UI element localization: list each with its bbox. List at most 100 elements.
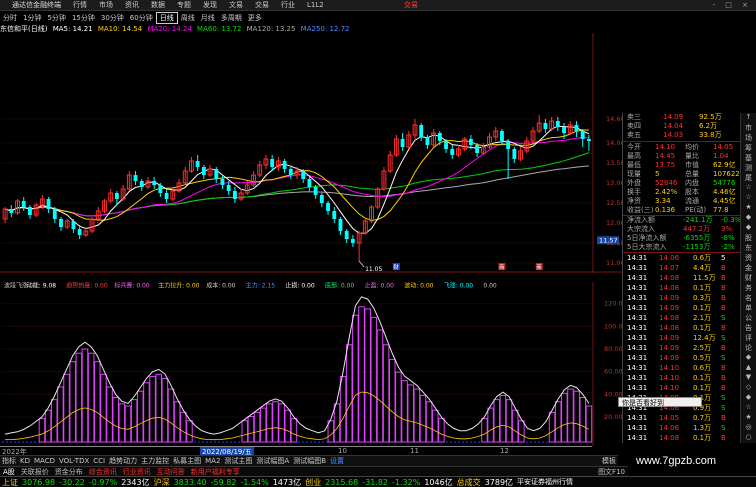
period-multi[interactable]: 多周期: [218, 13, 245, 23]
tick-row: 14:31 14.09 2.5万 B: [623, 343, 740, 353]
side-tool-item[interactable]: 场: [741, 133, 756, 143]
period-day[interactable]: 日线: [155, 11, 178, 24]
side-tool-item[interactable]: ◆: [741, 393, 756, 403]
tab-indicator[interactable]: 指标: [0, 456, 18, 466]
tab-news[interactable]: 综合资讯: [86, 467, 120, 477]
side-tool-item[interactable]: 尾: [741, 173, 756, 183]
tab-private-main[interactable]: 私募主图: [171, 456, 203, 466]
tab-fund-dist[interactable]: 资金分布: [52, 467, 86, 477]
total-turnover-value: 3789亿: [484, 477, 514, 487]
period-30min[interactable]: 30分钟: [98, 13, 127, 23]
f10-button[interactable]: 图文F10: [595, 467, 628, 477]
tab-trend[interactable]: 趋势动力: [107, 456, 139, 466]
stat-row-cell: 流通: [685, 197, 699, 205]
menu-item-l1l2[interactable]: L1L2: [301, 1, 330, 9]
period-more[interactable]: 更多: [245, 13, 265, 23]
period-60min[interactable]: 60分钟: [127, 13, 156, 23]
side-tool-item[interactable]: ▲: [741, 363, 756, 373]
menu-item-news[interactable]: 资讯: [119, 0, 145, 10]
tab-macd[interactable]: MACD: [32, 457, 57, 465]
period-5min[interactable]: 5分钟: [44, 13, 68, 23]
template-button[interactable]: 模板: [600, 456, 618, 466]
side-tool-item[interactable]: ☆: [741, 193, 756, 203]
period-week[interactable]: 周线: [178, 13, 198, 23]
menu-item-data[interactable]: 数据: [145, 0, 171, 10]
side-tool-item[interactable]: 测: [741, 163, 756, 173]
flow-row-cell: 大宗流入: [627, 225, 655, 233]
tab-test-b[interactable]: 测试幅图B: [291, 456, 328, 466]
tab-related-quote[interactable]: 关联报价: [18, 467, 52, 477]
side-tool-item[interactable]: 论: [741, 343, 756, 353]
index-sh-name[interactable]: 上证: [0, 477, 20, 487]
tick-list[interactable]: 14:31 14.06 0.6万 5 14:31 14.07 4.4万 B 14:31 14.08…: [623, 252, 740, 443]
menu-item-industry[interactable]: 行业: [275, 0, 301, 10]
tab-cci[interactable]: CCI: [91, 457, 107, 465]
tab-a-share[interactable]: A股: [0, 467, 18, 477]
tab-industry-news[interactable]: 行业资讯: [120, 467, 154, 477]
side-tool-item[interactable]: ★: [741, 413, 756, 423]
tab-vol[interactable]: VOL-TDX: [57, 457, 91, 465]
indicator-chart[interactable]: 120.00100.0080.0060.0040.0020.00 波段飞涨动能:…: [0, 282, 622, 446]
tab-test-main[interactable]: 测试主图: [222, 456, 254, 466]
stat-row-cell: 2.42%: [655, 188, 678, 196]
side-tool-item[interactable]: ◇: [741, 383, 756, 393]
tab-test-a[interactable]: 测试幅图A: [254, 456, 291, 466]
flow-row-cell: -2%: [721, 243, 735, 251]
side-tool-item[interactable]: 单: [741, 303, 756, 313]
side-tool-item[interactable]: ★: [741, 203, 756, 213]
side-tool-item[interactable]: 务: [741, 283, 756, 293]
candle-body: [586, 139, 591, 141]
side-tool-item[interactable]: ◆: [741, 223, 756, 233]
side-tool-item[interactable]: ◎: [741, 423, 756, 433]
indicator-bars: [38, 306, 593, 443]
period-15min[interactable]: 15分钟: [69, 13, 98, 23]
tick-row-cell: 14.06: [659, 424, 680, 432]
menu-item-wenyi[interactable]: 文易: [223, 0, 249, 10]
tab-kd[interactable]: KD: [18, 457, 32, 465]
index-hs-value: 3833.40: [173, 477, 207, 487]
side-tool-item[interactable]: ▼: [741, 373, 756, 383]
side-tool-item[interactable]: ◆: [741, 353, 756, 363]
menu-item-quote[interactable]: 行情: [67, 0, 93, 10]
side-tool-item[interactable]: 资: [741, 253, 756, 263]
period-1min[interactable]: 1分钟: [20, 13, 44, 23]
candle-body: [444, 141, 448, 149]
menu-item-market[interactable]: 市场: [93, 0, 119, 10]
side-tool-item[interactable]: 股: [741, 233, 756, 243]
side-tool-item[interactable]: ☆: [741, 183, 756, 193]
side-tool-item[interactable]: 财: [741, 273, 756, 283]
side-tool-item[interactable]: 评: [741, 333, 756, 343]
side-tool-item[interactable]: ↑: [741, 113, 756, 123]
tick-row-cell: 14:31: [627, 414, 648, 422]
side-tool-item[interactable]: 基: [741, 153, 756, 163]
side-tool-item[interactable]: 东: [741, 243, 756, 253]
side-tool-item[interactable]: ☆: [741, 403, 756, 413]
side-tool-item[interactable]: 名: [741, 293, 756, 303]
stat-row-cell: 14.10: [655, 143, 676, 151]
side-tool-item[interactable]: ◆: [741, 213, 756, 223]
index-hs-name[interactable]: 沪深: [152, 477, 172, 487]
tab-qa[interactable]: 互动问答: [154, 467, 188, 477]
period-tick[interactable]: 分时: [0, 13, 20, 23]
side-tool-item[interactable]: 公: [741, 313, 756, 323]
side-tool-item[interactable]: 筹: [741, 143, 756, 153]
tab-new-user[interactable]: 新用户福利专享: [188, 467, 243, 477]
side-tool-item[interactable]: 市: [741, 123, 756, 133]
tab-settings[interactable]: 设置: [328, 456, 346, 466]
stat-row-cell: 0.136: [655, 206, 676, 214]
side-tool-item[interactable]: ○: [741, 433, 756, 443]
price-chart[interactable]: 14.6014.0013.5013.0012.5012.0011.5011.00…: [0, 33, 622, 273]
menu-item-trade[interactable]: 交易: [249, 0, 275, 10]
menu-item-topic[interactable]: 专题: [171, 0, 197, 10]
trade-button[interactable]: 交易: [404, 0, 418, 10]
tab-ma2[interactable]: MA2: [203, 457, 222, 465]
popup-toast[interactable]: 你是否看好到: [618, 397, 702, 407]
window-controls[interactable]: - □ ×: [713, 1, 752, 9]
period-month[interactable]: 月线: [198, 13, 218, 23]
menu-item-discover[interactable]: 发现: [197, 0, 223, 10]
side-tool-item[interactable]: 告: [741, 323, 756, 333]
tab-main-monitor[interactable]: 主力监控: [139, 456, 171, 466]
candle-body: [338, 219, 343, 231]
index-cy-name[interactable]: 创业: [303, 477, 323, 487]
side-tool-item[interactable]: 金: [741, 263, 756, 273]
